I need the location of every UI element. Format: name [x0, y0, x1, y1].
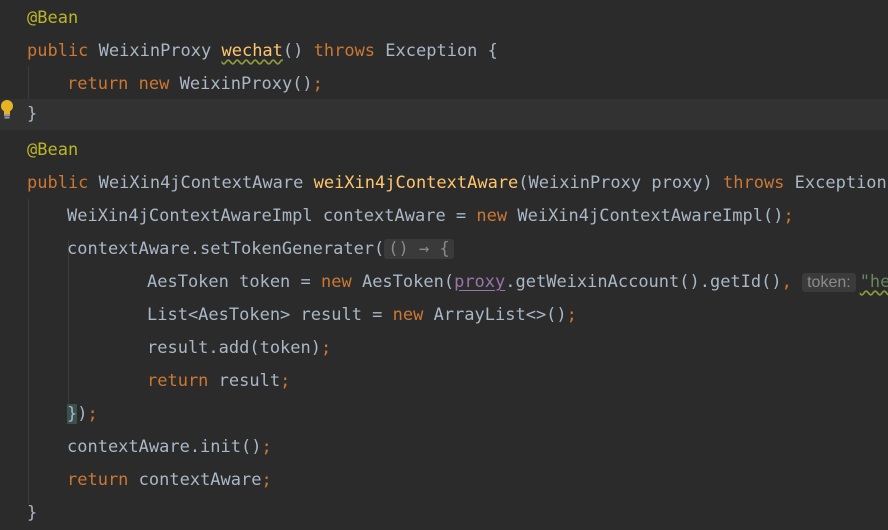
code-line[interactable]: WeiXin4jContextAwareImpl contextAware = …: [0, 200, 888, 233]
code-token: public: [27, 173, 99, 193]
code-token: contextAware: [138, 470, 262, 490]
code-token: ;: [87, 404, 98, 424]
code-token: AesToken(: [361, 272, 455, 292]
code-token: @Bean: [27, 8, 79, 28]
code-line[interactable]: public WeiXin4jContextAware weiXin4jCont…: [0, 167, 888, 200]
code-token: ;: [312, 74, 323, 94]
code-token: ;: [321, 338, 332, 358]
code-token: return: [67, 470, 139, 490]
code-line[interactable]: @Bean: [0, 2, 888, 35]
code-token: }: [67, 404, 78, 424]
code-token: "hello": [859, 272, 888, 292]
code-token: result: [218, 371, 281, 391]
code-token: return: [147, 371, 219, 391]
code-token: contextAware.init(): [67, 437, 262, 457]
lightbulb-icon[interactable]: [0, 99, 14, 121]
folded-lambda-hint: () → {: [384, 239, 454, 259]
code-token: ArrayList<>(): [433, 305, 567, 325]
code-token: (WeixinProxy proxy): [518, 173, 723, 193]
code-token: ,: [781, 272, 803, 292]
code-token: Exception {: [385, 41, 498, 61]
code-token: new: [321, 272, 362, 292]
code-token: public: [27, 41, 99, 61]
code-token: WeiXin4jContextAwareImpl(): [517, 206, 784, 226]
code-token: ;: [261, 470, 272, 490]
code-token: return: [67, 74, 139, 94]
code-token: .getWeixinAccount().getId(): [505, 272, 782, 292]
code-token: new: [138, 74, 180, 94]
code-token: wechat: [221, 41, 283, 61]
code-line[interactable]: contextAware.init();: [0, 431, 888, 464]
code-token: new: [476, 206, 518, 226]
code-editor[interactable]: @Bean public WeixinProxy wechat() throws…: [0, 0, 888, 523]
code-line[interactable]: result.add(token);: [0, 332, 888, 365]
code-line[interactable]: });: [0, 398, 888, 431]
code-token: AesToken token =: [147, 272, 321, 292]
current-code-line[interactable]: }: [0, 99, 888, 130]
code-token: WeiXin4jContextAware: [98, 173, 314, 193]
code-token: ;: [261, 437, 272, 457]
code-token: WeiXin4jContextAwareImpl contextAware =: [67, 206, 477, 226]
code-line[interactable]: return new WeixinProxy();: [0, 68, 888, 101]
code-token: ;: [280, 371, 291, 391]
code-line[interactable]: return contextAware;: [0, 464, 888, 497]
code-token: WeixinProxy: [98, 41, 222, 61]
code-line[interactable]: public WeixinProxy wechat() throws Excep…: [0, 35, 888, 68]
code-token: Exception {: [794, 173, 887, 193]
code-token: List<AesToken> result =: [147, 305, 393, 325]
code-line[interactable]: contextAware.setTokenGenerater(() → {: [0, 233, 888, 266]
code-token: }: [27, 104, 38, 124]
code-line[interactable]: }: [0, 497, 888, 530]
code-token: throws: [313, 41, 386, 61]
code-token: @Bean: [27, 140, 79, 160]
parameter-hint: token:: [802, 273, 856, 292]
code-token: proxy: [454, 272, 506, 292]
code-token: weiXin4jContextAware: [313, 173, 519, 193]
code-token: }: [27, 503, 38, 523]
code-token: ): [77, 404, 88, 424]
code-token: ;: [566, 305, 577, 325]
code-token: (): [282, 41, 314, 61]
code-token: result.add(token): [147, 338, 321, 358]
code-token: throws: [723, 173, 795, 193]
code-line[interactable]: return result;: [0, 365, 888, 398]
code-line[interactable]: List<AesToken> result = new ArrayList<>(…: [0, 299, 888, 332]
code-token: new: [392, 305, 434, 325]
code-token: contextAware.setTokenGenerater(: [67, 239, 385, 259]
code-token: WeixinProxy(): [179, 74, 313, 94]
code-line[interactable]: @Bean: [0, 134, 888, 167]
code-line[interactable]: AesToken token = new AesToken(proxy.getW…: [0, 266, 888, 299]
code-token: ;: [783, 206, 794, 226]
